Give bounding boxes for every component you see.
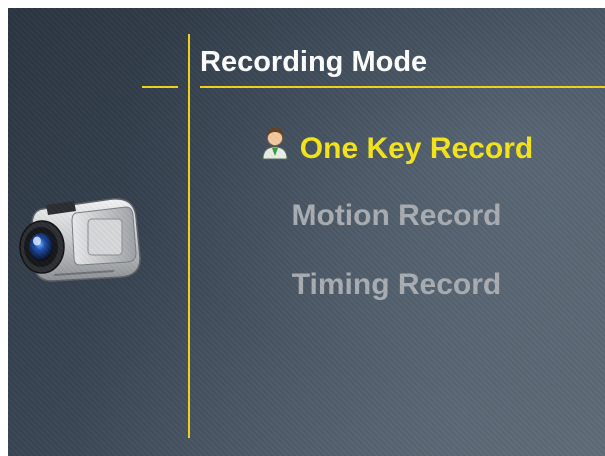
menu-item-motion-record[interactable]: Motion Record <box>188 199 605 233</box>
menu-item-label: Motion Record <box>291 199 502 232</box>
menu-item-label: Timing Record <box>291 268 502 301</box>
page-title: Recording Mode <box>200 46 428 78</box>
menu-item-one-key-record[interactable]: One Key Record <box>188 126 605 166</box>
user-icon <box>262 128 288 160</box>
camcorder-icon <box>19 198 141 282</box>
vertical-divider <box>188 34 190 438</box>
recording-mode-screen: Recording Mode One Key Record Motion Rec… <box>8 8 605 456</box>
menu-item-timing-record[interactable]: Timing Record <box>188 268 605 302</box>
header-underline <box>200 86 605 88</box>
menu-item-label: One Key Record <box>299 132 534 165</box>
left-header-rule <box>142 86 178 88</box>
